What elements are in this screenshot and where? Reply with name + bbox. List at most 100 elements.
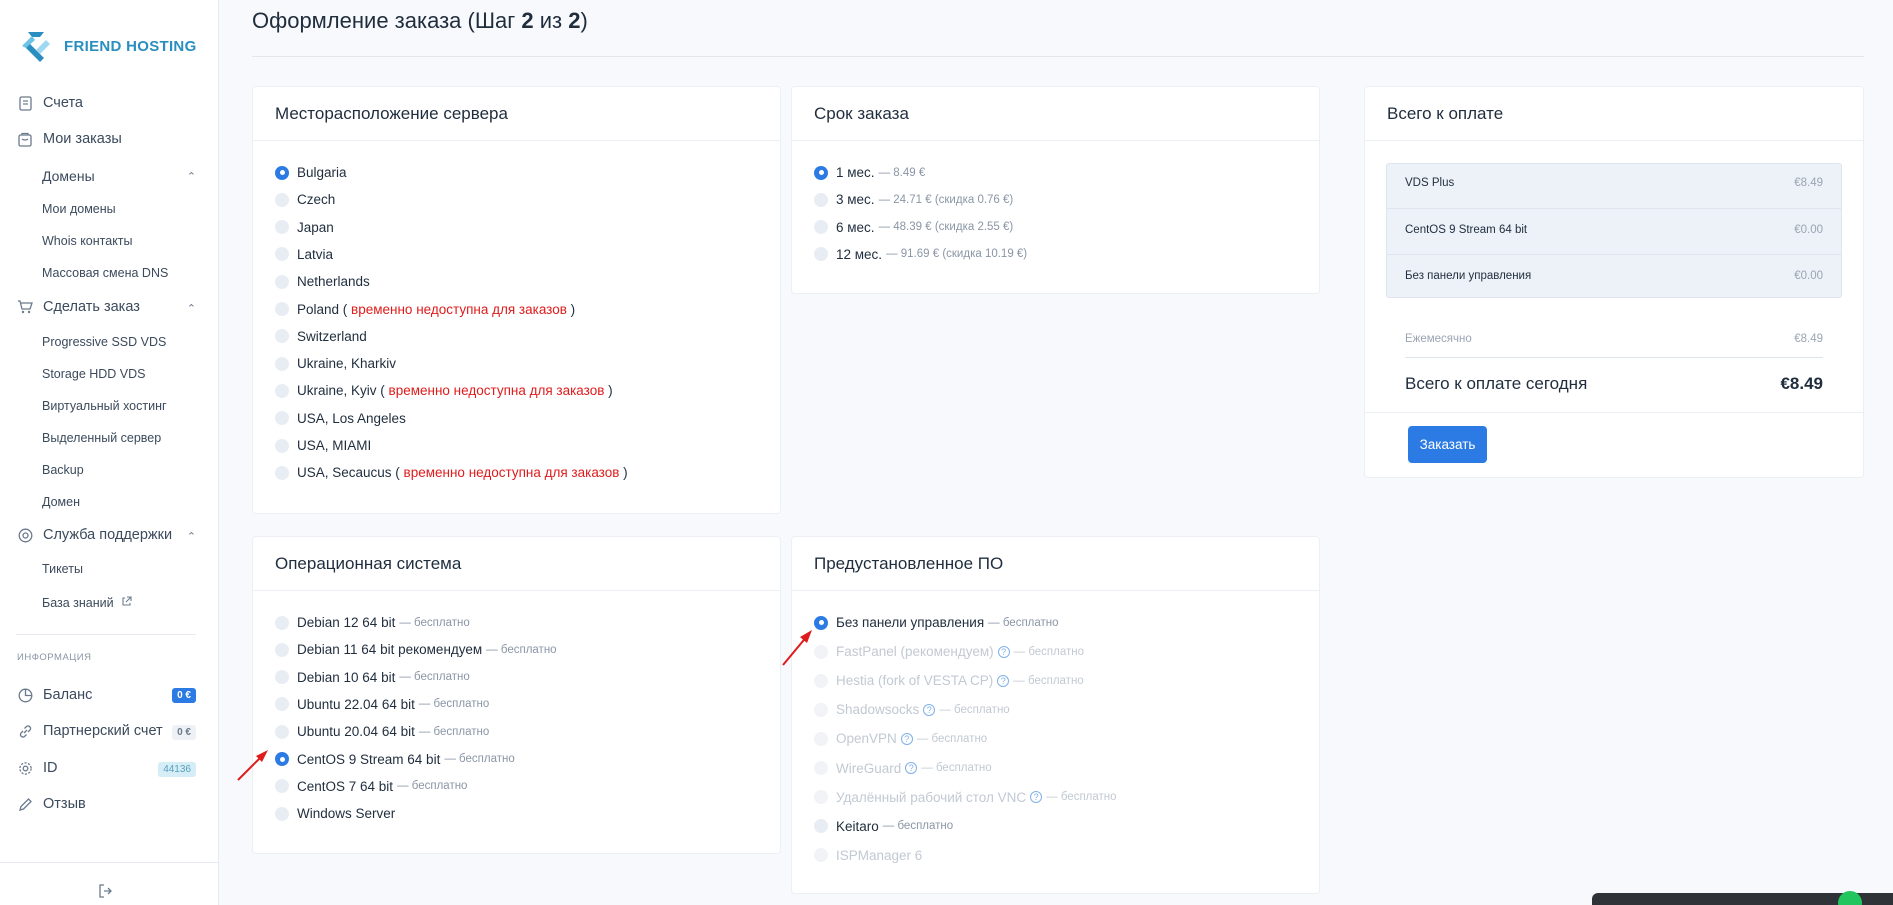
sidebar-item-my-domains[interactable]: Мои домены — [42, 202, 116, 216]
radio-button[interactable] — [275, 247, 289, 262]
location-option[interactable]: Poland ( временно недоступна для заказов… — [275, 302, 575, 317]
radio-button[interactable] — [275, 642, 289, 657]
os-option[interactable]: Ubuntu 20.04 64 bit — бесплатно — [275, 724, 489, 739]
option-note: — бесплатно — [988, 616, 1059, 629]
radio-button[interactable] — [275, 438, 289, 453]
location-option[interactable]: Bulgaria — [275, 165, 347, 180]
total-label: Всего к оплате сегодня — [1405, 374, 1588, 393]
sidebar-item-virtual-hosting[interactable]: Виртуальный хостинг — [42, 399, 167, 413]
location-option[interactable]: Ukraine, Kharkiv — [275, 356, 396, 371]
sidebar-item-tickets[interactable]: Тикеты — [42, 562, 83, 576]
sidebar-item-hdd-vds[interactable]: Storage HDD VDS — [42, 367, 146, 381]
term-option[interactable]: 12 мес. — 91.69 € (скидка 10.19 €) — [814, 247, 1027, 262]
radio-button[interactable] — [275, 465, 289, 480]
summary-line-label: VDS Plus — [1405, 177, 1455, 189]
sidebar-item-label: Баланс — [43, 687, 93, 703]
logo[interactable]: FRIEND HOSTING — [18, 28, 197, 64]
term-option[interactable]: 6 мес. — 48.39 € (скидка 2.55 €) — [814, 220, 1013, 235]
chevron-up-icon[interactable]: ⌃ — [187, 170, 196, 183]
os-option[interactable]: CentOS 7 64 bit — бесплатно — [275, 779, 467, 794]
sidebar-item-my-orders[interactable]: Мои заказы — [17, 131, 122, 147]
radio-button[interactable] — [275, 274, 289, 289]
option-label: Ukraine, Kyiv — [297, 383, 377, 399]
option-label: Debian 10 64 bit — [297, 669, 396, 685]
sidebar-group-domains[interactable]: Домены — [42, 168, 95, 184]
os-option[interactable]: Debian 11 64 bit рекомендуем — бесплатно — [275, 642, 557, 657]
location-option[interactable]: Switzerland — [275, 329, 367, 344]
radio-button[interactable] — [275, 220, 289, 235]
option-label: 1 мес. — [836, 165, 875, 180]
help-icon[interactable]: ? — [900, 732, 913, 745]
location-option[interactable]: USA, Secaucus ( временно недоступна для … — [275, 465, 628, 480]
logout-icon[interactable] — [98, 884, 113, 901]
sidebar-item-knowledge-base[interactable]: База знаний — [42, 596, 132, 610]
radio-button[interactable] — [275, 670, 289, 685]
os-option[interactable]: Debian 10 64 bit — бесплатно — [275, 670, 470, 685]
location-option[interactable]: Czech — [275, 192, 335, 207]
sidebar-item-make-order[interactable]: Сделать заказ — [17, 299, 140, 315]
location-option[interactable]: Netherlands — [275, 274, 370, 289]
sidebar-item-domain[interactable]: Домен — [42, 495, 80, 509]
help-icon[interactable]: ? — [1030, 791, 1043, 804]
radio-button[interactable] — [275, 411, 289, 426]
sidebar-item-ssd-vds[interactable]: Progressive SSD VDS — [42, 335, 166, 349]
radio-button[interactable] — [275, 383, 289, 398]
radio-button[interactable] — [275, 165, 289, 180]
radio-button[interactable] — [275, 752, 289, 766]
sidebar-item-backup[interactable]: Backup — [42, 463, 84, 477]
os-option[interactable]: Debian 12 64 bit — бесплатно — [275, 615, 470, 630]
radio-button[interactable] — [275, 724, 289, 739]
location-option[interactable]: USA, Los Angeles — [275, 411, 406, 426]
radio-button[interactable] — [275, 302, 289, 316]
sidebar-item-balance[interactable]: Баланс — [17, 687, 92, 703]
os-option[interactable]: Windows Server — [275, 806, 395, 821]
os-option[interactable]: Ubuntu 22.04 64 bit — бесплатно — [275, 697, 489, 712]
option-label: Japan — [297, 219, 334, 235]
total-divider — [1405, 357, 1823, 358]
radio-button[interactable] — [814, 192, 828, 207]
radio-button[interactable] — [814, 220, 828, 235]
option-label: Netherlands — [297, 274, 370, 290]
location-option[interactable]: Japan — [275, 220, 334, 235]
help-icon[interactable]: ? — [997, 645, 1010, 658]
software-option[interactable]: Keitaro — бесплатно — [814, 819, 953, 834]
radio-button[interactable] — [275, 697, 289, 712]
summary-line-price: €0.00 — [1794, 270, 1823, 282]
sidebar-item-whois[interactable]: Whois контакты — [42, 234, 133, 248]
sidebar-item-invoices[interactable]: Счета — [17, 95, 83, 111]
help-icon[interactable]: ? — [905, 762, 918, 774]
sidebar-item-feedback[interactable]: Отзыв — [17, 796, 86, 812]
radio-button — [814, 761, 828, 775]
option-label: 12 мес. — [836, 246, 883, 262]
order-button[interactable]: Заказать — [1408, 426, 1487, 463]
radio-button[interactable] — [814, 165, 828, 180]
chevron-up-icon[interactable]: ⌃ — [187, 530, 196, 543]
location-option[interactable]: Ukraine, Kyiv ( временно недоступна для … — [275, 383, 613, 398]
radio-button[interactable] — [275, 192, 289, 207]
sidebar-item-id[interactable]: ID — [17, 760, 58, 776]
chevron-up-icon[interactable]: ⌃ — [187, 302, 196, 315]
radio-button[interactable] — [275, 356, 289, 371]
radio-button[interactable] — [275, 806, 289, 821]
location-option[interactable]: USA, MIAMI — [275, 438, 371, 453]
option-label: Keitaro — [836, 818, 879, 834]
radio-button[interactable] — [814, 247, 828, 262]
option-note: — 48.39 € (скидка 2.55 €) — [878, 221, 1014, 234]
option-label: CentOS 9 Stream 64 bit — [297, 751, 441, 767]
software-option[interactable]: Без панели управления — бесплатно — [814, 615, 1059, 630]
help-icon[interactable]: ? — [923, 703, 936, 716]
sidebar-item-partner[interactable]: Партнерский счет — [17, 723, 163, 739]
radio-button[interactable] — [275, 329, 289, 344]
term-option[interactable]: 1 мес. — 8.49 € — [814, 165, 925, 180]
sidebar-item-dedicated[interactable]: Выделенный сервер — [42, 431, 161, 445]
sidebar-item-support[interactable]: Служба поддержки — [17, 527, 172, 543]
location-option[interactable]: Latvia — [275, 247, 333, 262]
sidebar-item-mass-dns[interactable]: Массовая смена DNS — [42, 266, 168, 280]
term-option[interactable]: 3 мес. — 24.71 € (скидка 0.76 €) — [814, 192, 1013, 207]
radio-button[interactable] — [275, 615, 289, 630]
radio-button[interactable] — [814, 819, 828, 834]
os-option[interactable]: CentOS 9 Stream 64 bit — бесплатно — [275, 752, 515, 767]
help-icon[interactable]: ? — [997, 674, 1010, 687]
option-note: — бесплатно — [882, 820, 954, 833]
radio-button[interactable] — [275, 779, 289, 794]
